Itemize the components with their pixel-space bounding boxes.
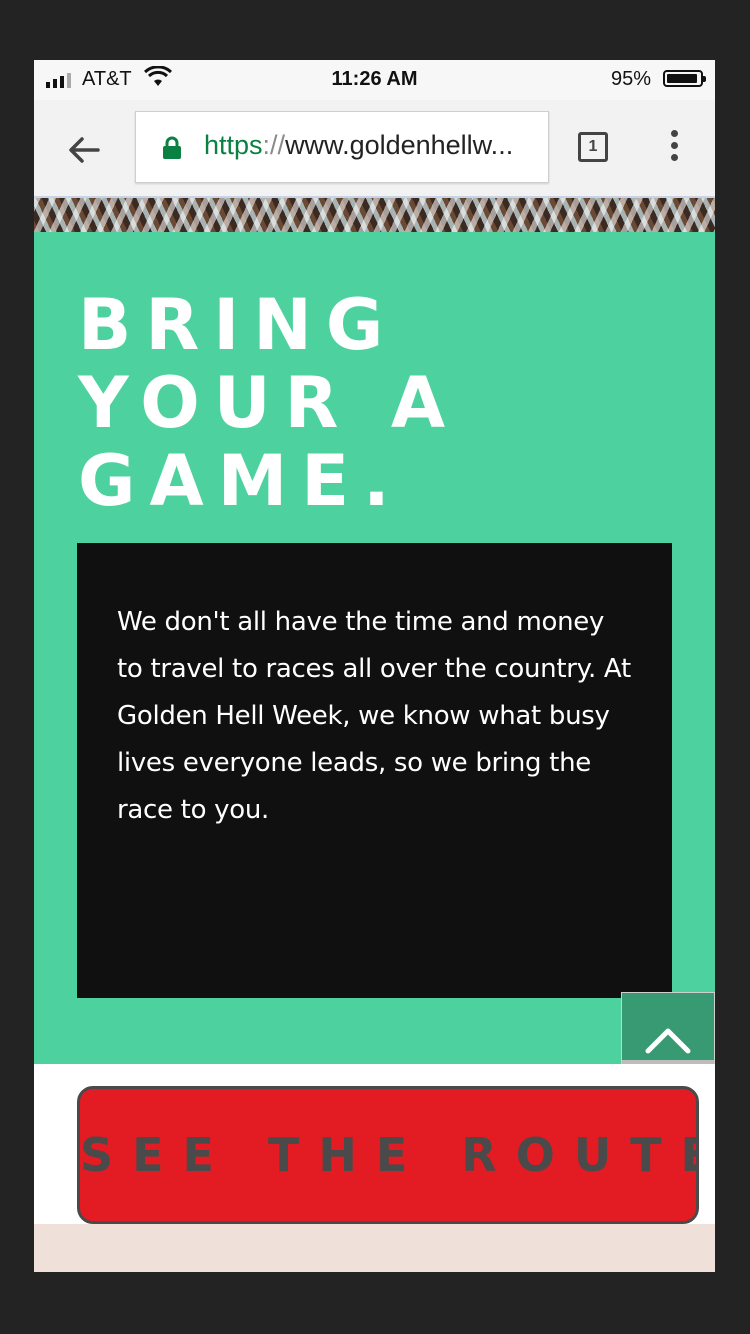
phone-screen: AT&T 11:26 AM 95% https://www.goldenhell… <box>34 60 715 1272</box>
intro-paragraph: We don't all have the time and money to … <box>117 607 631 825</box>
lock-icon <box>163 136 181 159</box>
battery-icon <box>663 70 706 87</box>
kebab-menu-icon[interactable] <box>664 130 684 166</box>
page-headline: BRING YOUR A GAME. <box>78 286 459 520</box>
url-separator: :// <box>262 130 286 160</box>
status-bar: AT&T 11:26 AM 95% <box>34 60 715 100</box>
battery-percent: 95% <box>610 68 651 90</box>
cta-section: SEE THE ROUTES <box>34 1064 715 1224</box>
url-host: www.goldenhellw... <box>285 130 514 160</box>
intro-section: BRING YOUR A GAME. We don't all have the… <box>34 232 715 1064</box>
url-text: https://www.goldenhellw... <box>204 130 544 161</box>
see-the-routes-button[interactable]: SEE THE ROUTES <box>77 1086 699 1224</box>
headline-line: GAME. <box>78 440 404 522</box>
url-scheme: https <box>204 130 263 160</box>
intro-card: We don't all have the time and money to … <box>77 543 672 998</box>
hero-image <box>34 198 715 232</box>
back-arrow-icon[interactable] <box>64 130 104 170</box>
chevron-up-icon <box>645 1028 691 1054</box>
address-bar[interactable]: https://www.goldenhellw... <box>135 111 549 183</box>
headline-line: BRING <box>78 284 398 366</box>
browser-toolbar: https://www.goldenhellw... 1 <box>34 100 715 198</box>
next-section <box>34 1224 715 1272</box>
tab-switcher-button[interactable]: 1 <box>578 132 608 162</box>
headline-line: YOUR A <box>78 362 459 444</box>
